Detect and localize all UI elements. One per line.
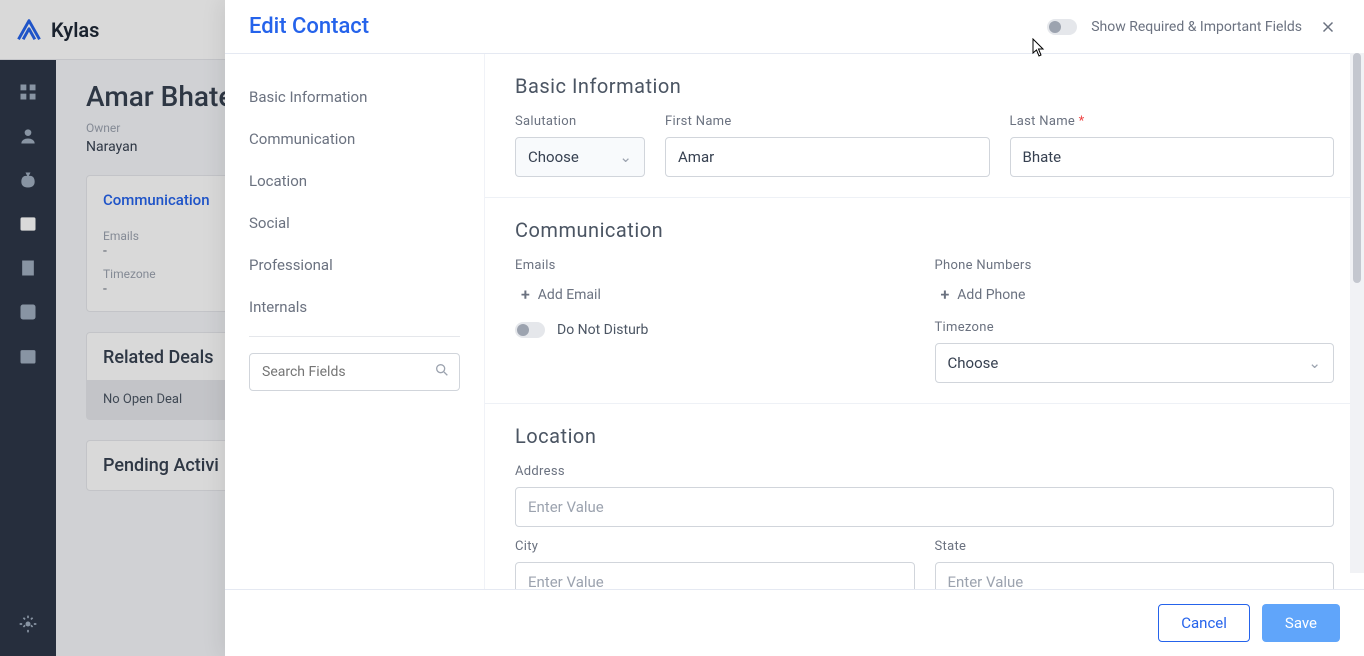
section-location-title: Location [515,424,1334,448]
state-input[interactable] [935,562,1335,589]
dnd-toggle[interactable] [515,322,545,338]
scrollbar[interactable] [1350,53,1364,573]
add-phone-button[interactable]: + Add Phone [935,281,1335,308]
plus-icon: + [941,285,950,304]
address-label: Address [515,464,1334,479]
divider [485,403,1364,404]
sidebar-item-social[interactable]: Social [249,202,460,244]
add-email-label: Add Email [538,287,601,303]
timezone-field-label: Timezone [935,320,1335,335]
state-label: State [935,539,1335,554]
first-name-label: First Name [665,114,990,129]
required-fields-label: Show Required & Important Fields [1091,19,1302,35]
sidebar-item-professional[interactable]: Professional [249,244,460,286]
modal-footer: Cancel Save [225,589,1364,656]
close-icon [1319,18,1337,36]
sidebar-divider [249,336,460,337]
city-label: City [515,539,915,554]
search-icon [434,362,450,382]
sidebar-item-communication[interactable]: Communication [249,118,460,160]
timezone-select[interactable]: Choose ⌄ [935,343,1335,383]
close-button[interactable] [1316,15,1340,39]
modal-sidebar: Basic Information Communication Location… [225,54,485,589]
divider [485,197,1364,198]
modal-header: Edit Contact Show Required & Important F… [225,0,1364,54]
section-basic-title: Basic Information [515,74,1334,98]
add-phone-label: Add Phone [957,287,1025,303]
save-button[interactable]: Save [1262,604,1340,642]
cancel-button[interactable]: Cancel [1158,604,1250,642]
salutation-label: Salutation [515,114,645,129]
cursor-icon [1032,38,1046,58]
phones-field-label: Phone Numbers [935,258,1335,273]
edit-contact-modal: Edit Contact Show Required & Important F… [225,0,1364,656]
plus-icon: + [521,285,530,304]
emails-field-label: Emails [515,258,915,273]
timezone-value: Choose [948,354,999,372]
modal-title: Edit Contact [249,14,369,39]
city-input[interactable] [515,562,915,589]
required-fields-toggle[interactable] [1047,19,1077,35]
modal-form[interactable]: Basic Information Salutation Choose ⌄ Fi… [485,54,1364,589]
sidebar-item-location[interactable]: Location [249,160,460,202]
chevron-down-icon: ⌄ [619,148,632,166]
address-input[interactable] [515,487,1334,527]
first-name-input[interactable] [665,137,990,177]
dnd-label: Do Not Disturb [557,322,648,338]
last-name-label: Last Name * [1010,114,1335,129]
search-fields-input[interactable] [249,353,460,391]
sidebar-item-basic[interactable]: Basic Information [249,76,460,118]
salutation-value: Choose [528,148,579,166]
sidebar-item-internals[interactable]: Internals [249,286,460,328]
add-email-button[interactable]: + Add Email [515,281,915,308]
chevron-down-icon: ⌄ [1308,354,1321,372]
last-name-input[interactable] [1010,137,1335,177]
salutation-select[interactable]: Choose ⌄ [515,137,645,177]
section-communication-title: Communication [515,218,1334,242]
